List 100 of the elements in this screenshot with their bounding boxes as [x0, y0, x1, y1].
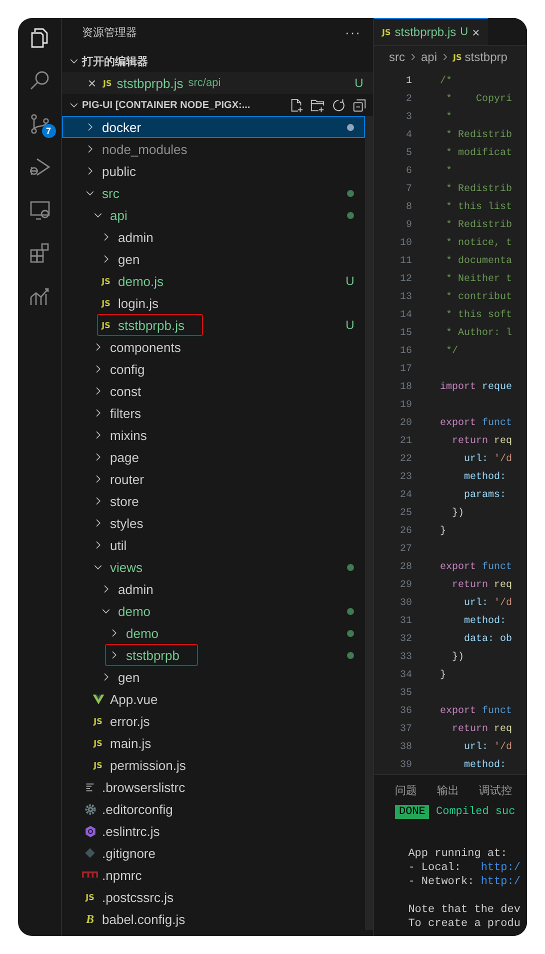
file-name: main.js: [110, 736, 152, 750]
tree-row[interactable]: components: [62, 336, 365, 358]
panel-tab[interactable]: 问题: [395, 782, 417, 798]
close-icon[interactable]: ×: [472, 24, 480, 40]
tree-row[interactable]: demo: [62, 622, 365, 644]
done-badge: DONE: [395, 805, 430, 819]
new-folder-icon[interactable]: [310, 98, 325, 112]
tree-row[interactable]: styles: [62, 512, 365, 534]
js-file-icon: JS: [94, 738, 102, 748]
babel-icon: B: [86, 912, 94, 926]
line-number: 6: [404, 166, 413, 176]
tree-row[interactable]: gen: [62, 666, 365, 688]
breadcrumb-item[interactable]: api: [421, 50, 438, 64]
panel-tab[interactable]: 调试控: [479, 782, 512, 798]
url-link[interactable]: http:/: [480, 861, 520, 875]
status-letter: U: [346, 318, 354, 332]
code-line: export funct: [440, 706, 512, 716]
tree-row[interactable]: App.vue: [62, 688, 365, 710]
tree-row[interactable]: views: [62, 556, 365, 578]
tree-row[interactable]: .gitignore: [62, 842, 365, 864]
section-header[interactable]: PIG-UI [CONTAINER NODE_PIGX:...: [62, 94, 373, 116]
tree-row[interactable]: .editorconfig: [62, 798, 365, 820]
git-icon: [84, 847, 96, 859]
line-number: 38: [398, 742, 413, 752]
code-line: method:: [463, 472, 506, 482]
tree-row[interactable]: util: [62, 534, 365, 556]
line-number: 21: [398, 436, 413, 446]
tree-row[interactable]: const: [62, 380, 365, 402]
npm-icon: [82, 871, 98, 879]
url-link[interactable]: http:/: [480, 875, 520, 889]
tree-row[interactable]: JS main.js: [62, 732, 365, 754]
line-number: 35: [398, 688, 413, 698]
tree-row[interactable]: JS demo.js U: [62, 270, 365, 292]
tree-row[interactable]: router: [62, 468, 365, 490]
open-editor-row[interactable]: × JS ststbprpb.js src/api U: [62, 72, 373, 94]
new-file-icon[interactable]: [289, 98, 304, 112]
tree-row[interactable]: filters: [62, 402, 365, 424]
line-number: 4: [404, 130, 413, 140]
more-actions-button[interactable]: ···: [345, 24, 361, 40]
close-icon[interactable]: ×: [86, 75, 98, 91]
line-number: 11: [398, 256, 413, 266]
tree-row[interactable]: JS ststbprpb.js U: [62, 314, 365, 336]
folder-name: node_modules: [102, 142, 188, 156]
line-number: 7: [404, 184, 413, 194]
code-line: return req: [451, 724, 512, 734]
editor-tab[interactable]: JS ststbprpb.js U ×: [374, 18, 488, 45]
line-number: 27: [398, 544, 413, 554]
tree-row[interactable]: mixins: [62, 424, 365, 446]
collapse-all-icon[interactable]: [352, 98, 367, 112]
file-name: error.js: [110, 714, 150, 728]
tree-row[interactable]: public: [62, 160, 365, 182]
folder-name: gen: [118, 252, 140, 266]
vue-file-icon: [92, 692, 104, 706]
code-line: * Redistrib: [445, 220, 512, 230]
file-name: App.vue: [110, 692, 158, 706]
tree-row[interactable]: admin: [62, 578, 365, 600]
breadcrumb-item[interactable]: src: [389, 50, 405, 64]
tree-row[interactable]: B babel.config.js: [62, 908, 365, 930]
folder-name: mixins: [110, 428, 147, 442]
line-number: 16: [398, 346, 413, 356]
file-name: babel.config.js: [102, 912, 186, 926]
section-title: PIG-UI [CONTAINER NODE_PIGX:...: [82, 100, 250, 110]
tree-row[interactable]: JS .postcssrc.js: [62, 886, 365, 908]
tree-row[interactable]: docker: [62, 116, 365, 138]
file-name: login.js: [118, 296, 158, 310]
tree-row[interactable]: src: [62, 182, 365, 204]
line-number: 22: [398, 454, 413, 464]
tree-row[interactable]: .browserslistrc: [62, 776, 365, 798]
explorer-title: 资源管理器: [82, 26, 137, 40]
status-letter: U: [354, 76, 364, 90]
tree-row[interactable]: JS login.js: [62, 292, 365, 314]
tree-row[interactable]: .eslintrc.js: [62, 820, 365, 842]
tree-row[interactable]: JS error.js: [62, 710, 365, 732]
line-number: 17: [398, 364, 413, 374]
file-name: .npmrc: [102, 868, 142, 882]
tree-row[interactable]: JS permission.js: [62, 754, 365, 776]
tree-row[interactable]: api: [62, 204, 365, 226]
tree-row[interactable]: ststbprpb: [62, 644, 365, 666]
folder-name: gen: [118, 670, 140, 684]
tree-row[interactable]: admin: [62, 226, 365, 248]
line-number: 15: [398, 328, 413, 338]
tree-row[interactable]: gen: [62, 248, 365, 270]
folder-name: admin: [118, 582, 154, 596]
tree-row[interactable]: store: [62, 490, 365, 512]
panel-tab[interactable]: 输出: [437, 782, 459, 798]
tree-row[interactable]: config: [62, 358, 365, 380]
refresh-icon[interactable]: [331, 98, 346, 112]
scrollbar[interactable]: [365, 116, 373, 930]
tree-row[interactable]: demo: [62, 600, 365, 622]
tree-row[interactable]: node_modules: [62, 138, 365, 160]
tree-row[interactable]: page: [62, 446, 365, 468]
line-number: 25: [398, 508, 413, 518]
js-file-icon: JS: [94, 716, 102, 726]
folder-name: filters: [110, 406, 142, 420]
folder-name: page: [110, 450, 139, 464]
section-header[interactable]: 打开的编辑器: [62, 50, 373, 72]
breadcrumb-item[interactable]: ststbprp: [464, 50, 508, 64]
code-line: * this list: [445, 202, 512, 212]
gear-icon: [84, 802, 96, 816]
tree-row[interactable]: .npmrc: [62, 864, 365, 886]
